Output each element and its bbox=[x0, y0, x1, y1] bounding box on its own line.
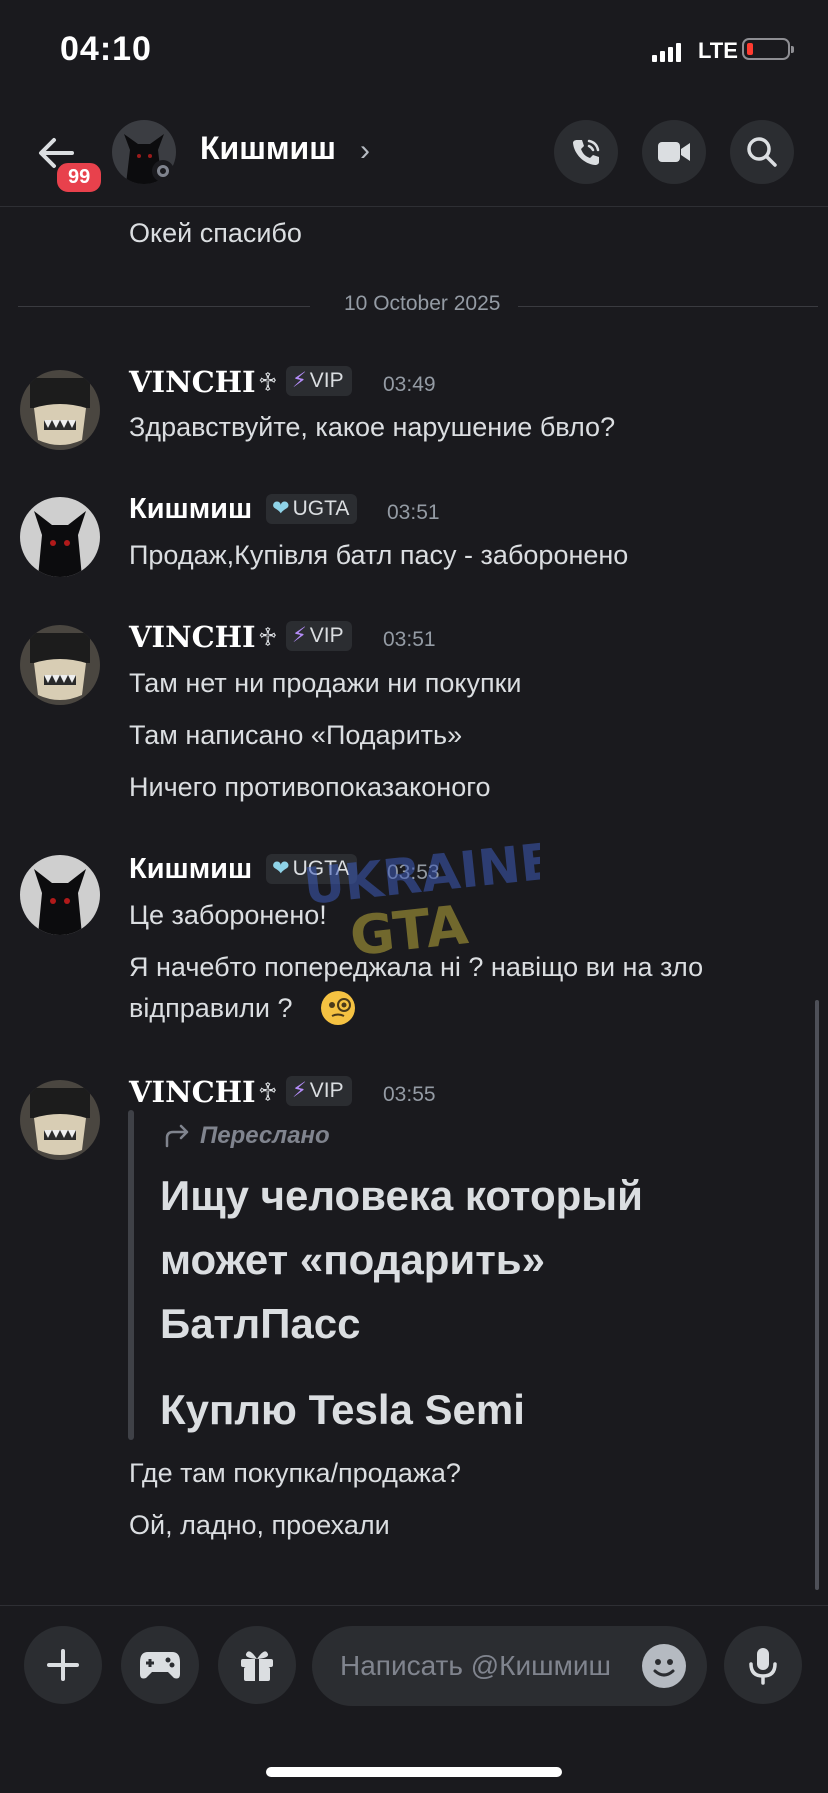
forwarded-heading: Куплю Tesla Semi bbox=[160, 1386, 525, 1433]
message-author[interactable]: Кишмиш bbox=[129, 493, 252, 526]
message-time: 03:49 bbox=[383, 373, 436, 396]
chat-header: 99 Кишмиш › bbox=[0, 100, 828, 207]
search-icon bbox=[747, 137, 777, 167]
signal-icon bbox=[652, 42, 682, 62]
tag-label: VIP bbox=[309, 624, 344, 647]
message-input[interactable]: Написать @Кишмиш bbox=[312, 1626, 707, 1706]
message-text: Где там покупка/продажа? bbox=[129, 1458, 461, 1488]
forwarded-label: Переслано bbox=[200, 1122, 330, 1149]
message-author[interactable]: Кишмиш bbox=[129, 853, 252, 886]
contact-name[interactable]: Кишмиш bbox=[200, 130, 336, 167]
cross-icon: ♱ bbox=[258, 622, 278, 652]
message-time: 03:55 bbox=[383, 1083, 436, 1106]
message-text: Продаж,Купівля батл пасу - заборонено bbox=[129, 540, 629, 570]
ugta-tag[interactable]: ❤ UGTA bbox=[266, 494, 358, 524]
avatar[interactable] bbox=[20, 497, 100, 577]
phone-icon bbox=[573, 139, 600, 165]
video-call-button[interactable] bbox=[642, 120, 706, 184]
smile-icon[interactable] bbox=[642, 1644, 686, 1688]
avatar[interactable] bbox=[20, 370, 100, 450]
vip-tag[interactable]: ⚡ VIP bbox=[286, 1076, 352, 1106]
vip-tag[interactable]: ⚡ VIP bbox=[286, 366, 352, 396]
chevron-right-icon[interactable]: › bbox=[360, 134, 370, 168]
composer: Написать @Кишмиш bbox=[0, 1605, 828, 1793]
message-text: Здравствуйте, какое нарушение бвло? bbox=[129, 412, 616, 442]
cross-icon: ♱ bbox=[258, 1077, 278, 1107]
avatar[interactable] bbox=[20, 855, 100, 935]
search-button[interactable] bbox=[730, 120, 794, 184]
monocle-face-emoji-icon bbox=[321, 991, 355, 1025]
message-time: 03:51 bbox=[383, 628, 436, 651]
unread-badge: 99 bbox=[54, 160, 105, 195]
tag-label: VIP bbox=[309, 1079, 344, 1102]
vip-tag[interactable]: ⚡ VIP bbox=[286, 621, 352, 651]
svg-text:GTA: GTA bbox=[347, 893, 471, 960]
date-divider: 10 October 2025 bbox=[18, 292, 818, 315]
date-label: 10 October 2025 bbox=[344, 292, 501, 315]
bolt-icon: ⚡ bbox=[292, 1079, 307, 1102]
status-bar: 04:10 LTE bbox=[0, 0, 828, 100]
forwarded-heading: Ищу человека который bbox=[160, 1172, 643, 1219]
message-text: відправили ? bbox=[129, 993, 293, 1023]
avatar[interactable] bbox=[20, 625, 100, 705]
message-author[interactable]: VINCHI bbox=[129, 620, 256, 654]
message-text: Ничего противопоказаконого bbox=[129, 772, 491, 802]
bolt-icon: ⚡ bbox=[292, 624, 307, 647]
message-input-placeholder: Написать @Кишмиш bbox=[340, 1650, 611, 1681]
gamepad-icon bbox=[140, 1652, 180, 1679]
heart-icon: ❤ bbox=[272, 497, 290, 520]
avatar[interactable] bbox=[20, 1080, 100, 1160]
gift-icon bbox=[241, 1651, 273, 1681]
bolt-icon: ⚡ bbox=[292, 369, 307, 392]
ukraine-gta-watermark: UKRAINE GTA bbox=[301, 840, 540, 960]
message-author[interactable]: VINCHI bbox=[129, 1075, 256, 1109]
video-camera-icon bbox=[658, 142, 690, 162]
battery-icon bbox=[742, 38, 794, 60]
offline-status-icon bbox=[152, 160, 174, 182]
activities-button[interactable] bbox=[121, 1626, 199, 1704]
forward-arrow-icon bbox=[165, 1124, 189, 1148]
scrollbar[interactable] bbox=[815, 1000, 819, 1590]
heart-icon: ❤ bbox=[272, 857, 290, 880]
forwarded-heading: БатлПасс bbox=[160, 1300, 361, 1347]
status-time: 04:10 bbox=[60, 30, 152, 68]
gift-button[interactable] bbox=[218, 1626, 296, 1704]
message-text: Там написано «Подарить» bbox=[129, 720, 463, 750]
message-text: Окей спасибо bbox=[129, 218, 302, 248]
forward-bar bbox=[128, 1110, 134, 1440]
cross-icon: ♱ bbox=[258, 367, 278, 397]
microphone-icon bbox=[749, 1648, 777, 1685]
plus-icon bbox=[47, 1649, 79, 1681]
message-author[interactable]: VINCHI bbox=[129, 365, 256, 399]
add-attachment-button[interactable] bbox=[24, 1626, 102, 1704]
call-button[interactable] bbox=[554, 120, 618, 184]
tag-label: UGTA bbox=[292, 497, 350, 520]
home-indicator[interactable] bbox=[266, 1767, 562, 1777]
network-type: LTE bbox=[698, 38, 738, 63]
forwarded-heading: может «подарить» bbox=[160, 1236, 545, 1283]
message-time: 03:51 bbox=[387, 501, 440, 524]
voice-message-button[interactable] bbox=[724, 1626, 802, 1704]
message-text: Там нет ни продажи ни покупки bbox=[129, 668, 522, 698]
tag-label: VIP bbox=[309, 369, 344, 392]
message-text: Ой, ладно, проехали bbox=[129, 1510, 390, 1540]
message-text: Це заборонено! bbox=[129, 900, 327, 930]
